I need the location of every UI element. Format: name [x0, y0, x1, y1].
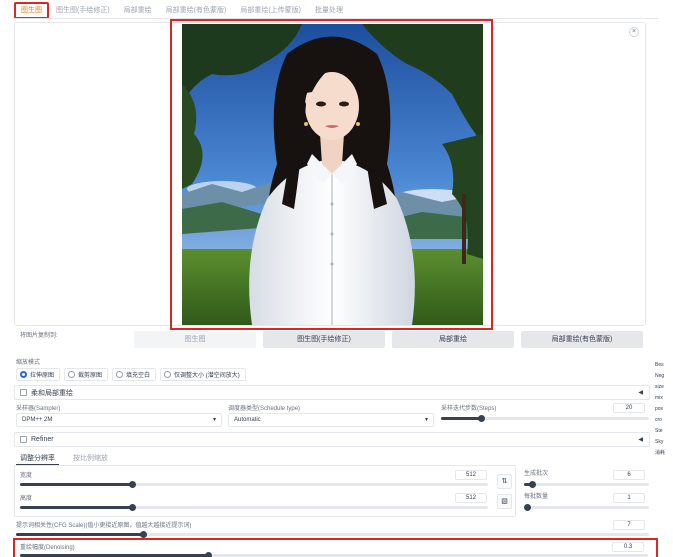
slider-thumb[interactable] — [528, 481, 536, 488]
height-slider[interactable] — [20, 504, 488, 511]
collapse-caret-icon[interactable]: ◀ — [638, 436, 643, 443]
chevron-down-icon: ▾ — [424, 417, 428, 423]
width-label: 宽度 — [20, 473, 33, 479]
denoise-label: 重绘幅度(Denoising) — [20, 545, 75, 551]
sampler-value: DPM++ 2M — [22, 417, 53, 423]
soft-inpaint-label: 柔和局部重绘 — [31, 389, 73, 397]
sampler-label: 采样器(Sampler) — [16, 406, 61, 412]
refiner-label: Refiner — [31, 436, 54, 443]
slider-thumb[interactable] — [477, 415, 485, 422]
side-text: Sky — [655, 439, 664, 445]
schedule-label: 调度器类型(Schedule type) — [228, 406, 301, 412]
batch-size-input[interactable]: 1 — [613, 493, 645, 503]
slider-fill — [20, 506, 133, 509]
width-input[interactable]: 512 — [455, 470, 487, 480]
resolution-panel — [14, 465, 516, 517]
refiner-accordion[interactable]: Refiner ◀ — [14, 432, 650, 447]
height-input[interactable]: 512 — [455, 493, 487, 503]
close-icon[interactable]: × — [629, 27, 639, 37]
copy-to-inpaint-sketch-button[interactable]: 局部重绘(有色蒙版) — [521, 331, 643, 348]
slider-fill — [20, 483, 133, 486]
side-text: cro — [655, 417, 662, 423]
radio-label: 仅调整大小 (潜空间放大) — [174, 373, 240, 379]
batch-size-slider[interactable] — [524, 504, 649, 511]
side-text: pos — [655, 406, 664, 412]
side-text: 消耗 — [655, 450, 666, 456]
batch-count-label: 生成批次 — [524, 471, 549, 477]
tab-batch[interactable]: 批量处理 — [308, 3, 350, 18]
steps-label: 采样迭代步数(Steps) — [441, 406, 497, 412]
slider-thumb[interactable] — [524, 504, 531, 511]
copy-to-label: 将图片复制到: — [20, 333, 58, 339]
resize-option-stretch[interactable]: 拉伸原图 — [16, 368, 61, 381]
resize-mode-label: 缩放模式 — [16, 360, 41, 366]
radio-label: 裁剪原图 — [78, 373, 103, 379]
radio-icon — [164, 371, 172, 378]
radio-label: 填充空白 — [126, 373, 151, 379]
sampler-dropdown[interactable]: DPM++ 2M ▾ — [16, 413, 222, 427]
batch-size-label: 每批数量 — [524, 494, 549, 500]
slider-thumb[interactable] — [205, 552, 213, 557]
side-info-strip: Bes Neg size mix pos cro Ste Sky 消耗 — [655, 360, 665, 459]
side-text: Neg — [655, 373, 665, 379]
swap-dimensions-icon[interactable]: ⇅ — [497, 474, 512, 489]
radio-label: 拉伸原图 — [30, 373, 55, 379]
side-text: size — [655, 384, 664, 390]
slider-thumb[interactable] — [139, 531, 147, 538]
height-label: 高度 — [20, 496, 33, 502]
tab-inpaint[interactable]: 局部重绘 — [117, 3, 159, 18]
radio-icon — [68, 371, 76, 378]
copy-to-img2img-button[interactable]: 图生图 — [134, 331, 256, 348]
soft-inpaint-checkbox[interactable] — [20, 389, 27, 396]
resize-mode-group: 拉伸原图 裁剪原图 填充空白 仅调整大小 (潜空间放大) — [16, 368, 246, 381]
size-tabs: 调整分辨率 按比例缩放 — [16, 452, 112, 466]
tab-resize-to[interactable]: 调整分辨率 — [16, 452, 59, 466]
soft-inpaint-accordion[interactable]: 柔和局部重绘 ◀ — [14, 385, 650, 400]
resize-option-latent[interactable]: 仅调整大小 (潜空间放大) — [160, 368, 246, 381]
chevron-down-icon: ▾ — [212, 417, 216, 423]
copy-to-inpaint-button[interactable]: 局部重绘 — [392, 331, 514, 348]
batch-count-slider[interactable] — [524, 481, 649, 488]
slider-fill — [16, 533, 143, 536]
denoise-input[interactable]: 0.3 — [612, 542, 644, 552]
radio-icon — [116, 371, 124, 378]
radio-selected-icon — [20, 371, 27, 378]
resize-option-crop[interactable]: 裁剪原图 — [64, 368, 109, 381]
schedule-value: Automatic — [234, 417, 261, 423]
side-text: Bes — [655, 362, 664, 368]
steps-input[interactable]: 20 — [613, 403, 645, 413]
collapse-caret-icon[interactable]: ◀ — [638, 389, 643, 396]
steps-slider[interactable] — [441, 415, 649, 422]
cfg-label: 提示词相关性(CFG Scale)(值小更接近原图，值越大越接近提示词) — [16, 523, 192, 529]
side-text: mix — [655, 395, 663, 401]
tab-inpaint-sketch[interactable]: 局部重绘(有色蒙版) — [159, 3, 234, 18]
photo-highlight-box — [170, 19, 493, 330]
tab-sketch[interactable]: 图生图(手绘修正) — [49, 3, 117, 18]
batch-count-input[interactable]: 6 — [613, 470, 645, 480]
cfg-input[interactable]: 7 — [613, 520, 645, 530]
side-text: Ste — [655, 428, 663, 434]
tab-img2img[interactable]: 图生图 — [14, 2, 49, 19]
width-slider[interactable] — [20, 481, 488, 488]
resize-option-fill[interactable]: 填充空白 — [112, 368, 157, 381]
top-tabs: 图生图 图生图(手绘修正) 局部重绘 局部重绘(有色蒙版) 局部重绘(上传蒙版)… — [14, 2, 350, 19]
schedule-dropdown[interactable]: Automatic ▾ — [228, 413, 434, 427]
tab-resize-by[interactable]: 按比例缩放 — [69, 452, 112, 466]
aspect-ratio-icon[interactable]: ▧ — [497, 494, 512, 509]
refiner-checkbox[interactable] — [20, 436, 27, 443]
tab-inpaint-upload[interactable]: 局部重绘(上传蒙版) — [233, 3, 308, 18]
cfg-slider[interactable] — [16, 531, 649, 538]
copy-to-sketch-button[interactable]: 图生图(手绘修正) — [263, 331, 385, 348]
slider-fill — [441, 417, 481, 420]
